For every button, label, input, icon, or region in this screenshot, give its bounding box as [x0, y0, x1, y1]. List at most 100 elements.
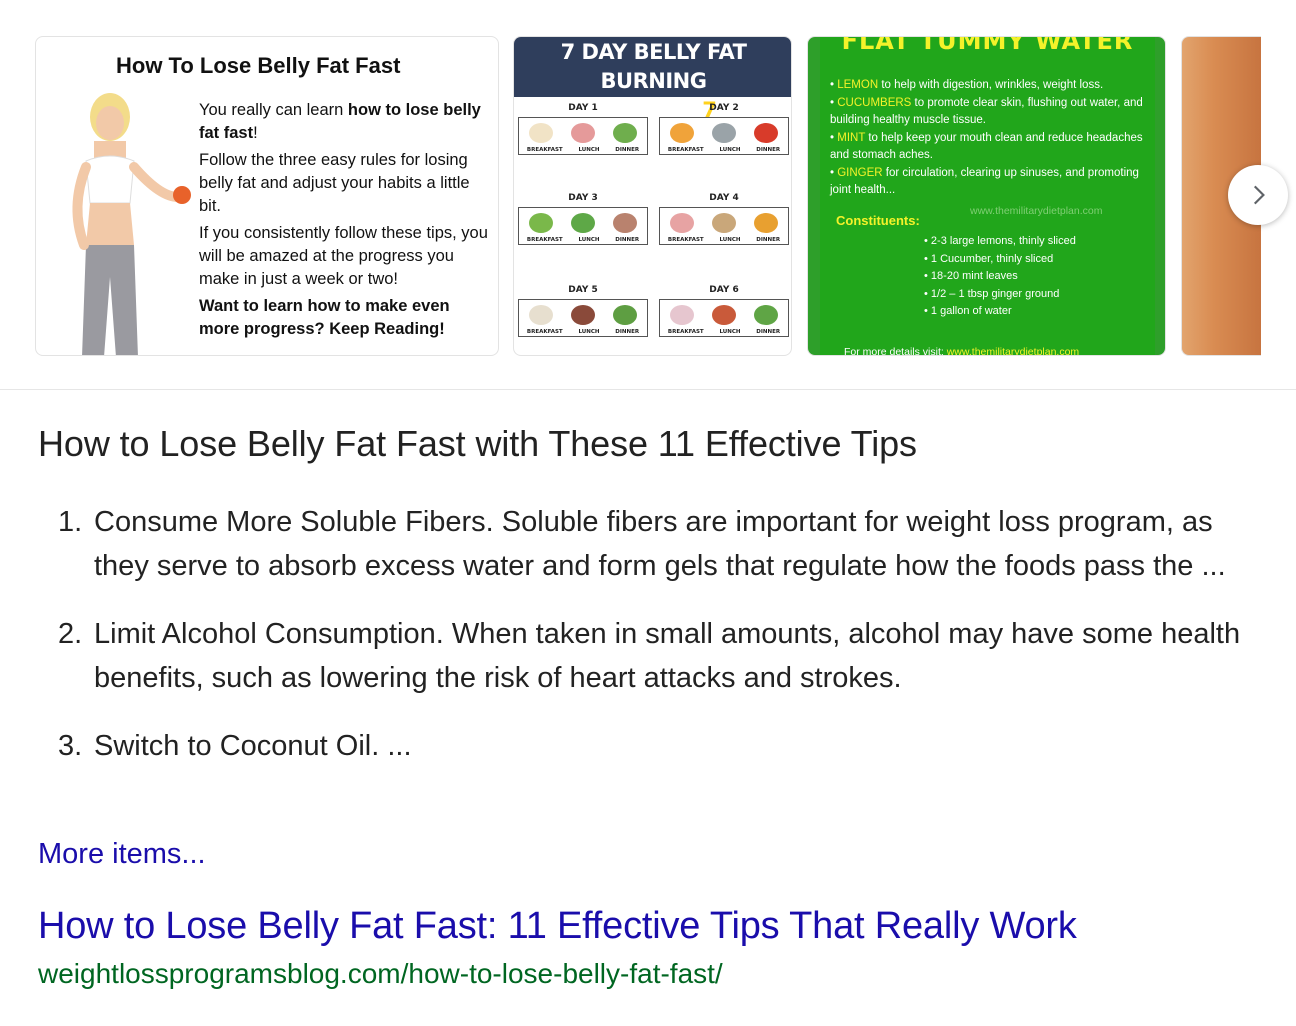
meal-box: BREAKFAST LUNCH DINNER [659, 117, 789, 155]
meal-box: BREAKFAST LUNCH DINNER [518, 117, 648, 155]
meal-image [670, 123, 694, 143]
card3-footer-url: www.themilitarydietplan.com [946, 346, 1080, 356]
ingredient-item: • 1 gallon of water [924, 305, 1012, 317]
list-item-text: Consume More Soluble Fibers. Soluble fib… [94, 506, 1226, 582]
list-item: 1. Consume More Soluble Fibers. Soluble … [58, 500, 1258, 588]
meal-labels: BREAKFAST LUNCH DINNER [660, 145, 788, 153]
meal-label: DINNER [615, 147, 640, 153]
meal-label: BREAKFAST [667, 237, 704, 243]
image-carousel: How To Lose Belly Fat Fast You really ca… [0, 0, 1296, 390]
meal-image [712, 213, 736, 233]
benefit-item: • CUCUMBERS to promote clear skin, flush… [830, 96, 1143, 127]
meal-image [613, 305, 637, 325]
card3-watermark: www.themilitarydietplan.com [970, 205, 1103, 217]
meal-image [571, 305, 595, 325]
tips-list: 1. Consume More Soluble Fibers. Soluble … [58, 500, 1258, 792]
meal-label: BREAKFAST [526, 329, 563, 335]
list-item-number: 3. [58, 730, 83, 762]
list-item: 3. Switch to Coconut Oil. ... [58, 724, 1258, 768]
list-item-number: 2. [58, 618, 83, 650]
meal-image [670, 213, 694, 233]
meal-label: DINNER [756, 147, 781, 153]
benefit-item: • GINGER for circulation, clearing up si… [830, 166, 1139, 197]
ingredient-text: 1 Cucumber, thinly sliced [930, 252, 1054, 265]
list-item-text: Switch to Coconut Oil. ... [94, 730, 412, 762]
ingredient-item: • 18-20 mint leaves [924, 270, 1018, 282]
meal-image [571, 123, 595, 143]
card3-footer-a: For more details visit: [844, 346, 947, 356]
benefit-key: LEMON [837, 79, 879, 91]
ingredient-item: • 2-3 large lemons, thinly sliced [924, 235, 1076, 247]
meal-label: LUNCH [719, 147, 741, 153]
card3-footer: For more details visit: www.themilitaryd… [844, 346, 1080, 356]
meal-image [754, 123, 778, 143]
day-panel: DAY 6 BREAKFAST LUNCH DINNER [659, 281, 789, 337]
list-item-number: 1. [58, 506, 83, 538]
meal-image [613, 213, 637, 233]
meal-labels: BREAKFAST LUNCH DINNER [519, 235, 647, 243]
card1-title: How To Lose Belly Fat Fast [116, 53, 401, 78]
meal-box: BREAKFAST LUNCH DINNER [518, 207, 648, 245]
meal-image [613, 123, 637, 143]
meal-box: BREAKFAST LUNCH DINNER [518, 299, 648, 337]
card3-constituents-label: Constituents: [836, 213, 920, 228]
benefit-item: • LEMON to help with digestion, wrinkles… [830, 79, 1104, 91]
meal-image [754, 213, 778, 233]
meal-label: BREAKFAST [667, 329, 704, 335]
card3-ingredients: • 2-3 large lemons, thinly sliced • 1 Cu… [924, 233, 1076, 321]
meal-label: BREAKFAST [526, 147, 563, 153]
result-title-link[interactable]: How to Lose Belly Fat Fast: 11 Effective… [38, 905, 1077, 948]
meal-label: LUNCH [578, 329, 600, 335]
meal-image [712, 305, 736, 325]
day-label: DAY 3 [568, 193, 598, 203]
more-items-link[interactable]: More items... [38, 838, 206, 871]
meal-labels: BREAKFAST LUNCH DINNER [660, 235, 788, 243]
carousel-image-2[interactable]: 7 DAY BELLY FAT BURNING DIET TO LOSE 7 L… [513, 36, 792, 356]
day-label: DAY 6 [709, 285, 739, 295]
benefit-text: to help with digestion, wrinkles, weight… [878, 79, 1104, 91]
meal-label: BREAKFAST [526, 237, 563, 243]
chevron-right-icon [1253, 185, 1265, 205]
list-item: 2. Limit Alcohol Consumption. When taken… [58, 612, 1258, 700]
meal-labels: BREAKFAST LUNCH DINNER [519, 327, 647, 335]
ingredient-text: 1/2 – 1 tbsp ginger ground [930, 287, 1060, 300]
card1-p3: If you consistently follow these tips, y… [199, 224, 488, 288]
meal-image [670, 305, 694, 325]
meal-box: BREAKFAST LUNCH DINNER [659, 207, 789, 245]
ingredient-text: 18-20 mint leaves [930, 270, 1018, 282]
benefit-key: MINT [837, 131, 866, 144]
card2-line1: 7 DAY BELLY FAT BURNING [560, 40, 747, 93]
meal-image [529, 123, 553, 143]
benefit-item: • MINT to help keep your mouth clean and… [830, 131, 1143, 162]
meal-image [529, 213, 553, 233]
meal-label: DINNER [756, 329, 781, 335]
result-url: weightlossprogramsblog.com/how-to-lose-b… [38, 958, 723, 989]
day-label: DAY 5 [568, 285, 598, 295]
day-panel: DAY 4 BREAKFAST LUNCH DINNER [659, 189, 789, 245]
card2-day-grid: DAY 1 BREAKFAST LUNCH DINNER DAY 2 BREAK… [514, 97, 791, 355]
day-panel: DAY 2 BREAKFAST LUNCH DINNER [659, 99, 789, 155]
day-label: DAY 4 [709, 193, 739, 203]
card1-p4: Want to learn how to make even more prog… [199, 297, 450, 338]
carousel-image-3[interactable]: FLAT TUMMY WATER • LEMON to help with di… [807, 36, 1166, 356]
day-panel: DAY 3 BREAKFAST LUNCH DINNER [518, 189, 648, 245]
card1-p1-a: You really can learn [199, 101, 348, 119]
benefit-key: GINGER [837, 166, 883, 179]
meal-label: LUNCH [719, 237, 741, 243]
meal-labels: BREAKFAST LUNCH DINNER [660, 327, 788, 335]
carousel-next-button[interactable] [1228, 165, 1288, 225]
meal-image [529, 305, 553, 325]
meal-label: LUNCH [719, 329, 741, 335]
woman-figure-image [72, 93, 191, 355]
card3-benefit-list: • LEMON to help with digestion, wrinkles… [830, 77, 1150, 200]
ingredient-text: 2-3 large lemons, thinly sliced [930, 235, 1076, 247]
card1-p2: Follow the three easy rules for losing b… [199, 151, 470, 215]
card3-title: FLAT TUMMY WATER [841, 36, 1134, 55]
meal-label: DINNER [615, 237, 640, 243]
carousel-image-1[interactable]: How To Lose Belly Fat Fast You really ca… [35, 36, 499, 356]
meal-image [571, 213, 595, 233]
day-panel: DAY 5 BREAKFAST LUNCH DINNER [518, 281, 648, 337]
day-label: DAY 2 [709, 103, 739, 113]
card1-p1-c: ! [253, 124, 258, 142]
card1-body: You really can learn how to lose belly f… [199, 99, 491, 345]
